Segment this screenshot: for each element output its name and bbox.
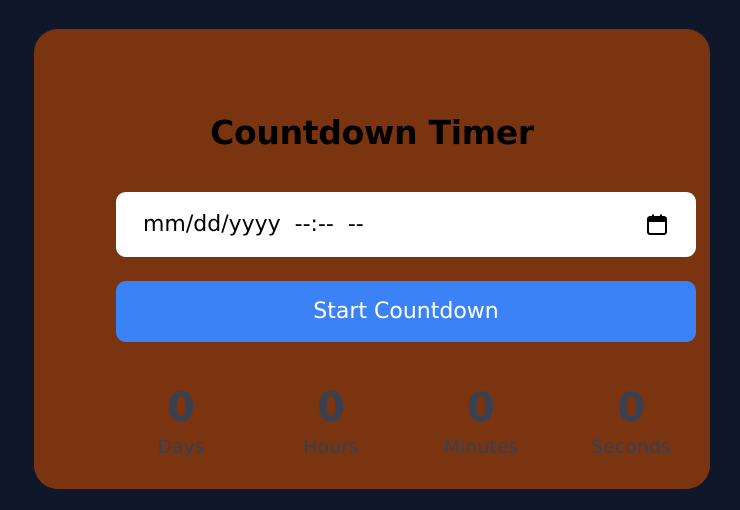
datetime-input[interactable]: mm/dd/yyyy --:-- -- — [116, 192, 696, 257]
countdown-display: 0 Days 0 Hours 0 Minutes 0 Seconds — [106, 384, 706, 474]
days-counter: 0 Days — [106, 384, 256, 460]
calendar-icon[interactable] — [646, 213, 668, 237]
seconds-counter: 0 Seconds — [556, 384, 706, 460]
page-title: Countdown Timer — [210, 113, 534, 152]
days-value: 0 — [167, 385, 195, 431]
days-label: Days — [157, 436, 205, 458]
seconds-label: Seconds — [591, 436, 671, 458]
hours-counter: 0 Hours — [256, 384, 406, 460]
start-countdown-button[interactable]: Start Countdown — [116, 281, 696, 342]
hours-value: 0 — [317, 385, 345, 431]
minutes-value: 0 — [467, 385, 495, 431]
minutes-counter: 0 Minutes — [406, 384, 556, 460]
seconds-value: 0 — [617, 385, 645, 431]
countdown-card: Countdown Timer mm/dd/yyyy --:-- -- Star… — [34, 29, 710, 489]
minutes-label: Minutes — [443, 436, 519, 458]
datetime-input-placeholder[interactable]: mm/dd/yyyy --:-- -- — [143, 212, 646, 237]
hours-label: Hours — [303, 436, 359, 458]
